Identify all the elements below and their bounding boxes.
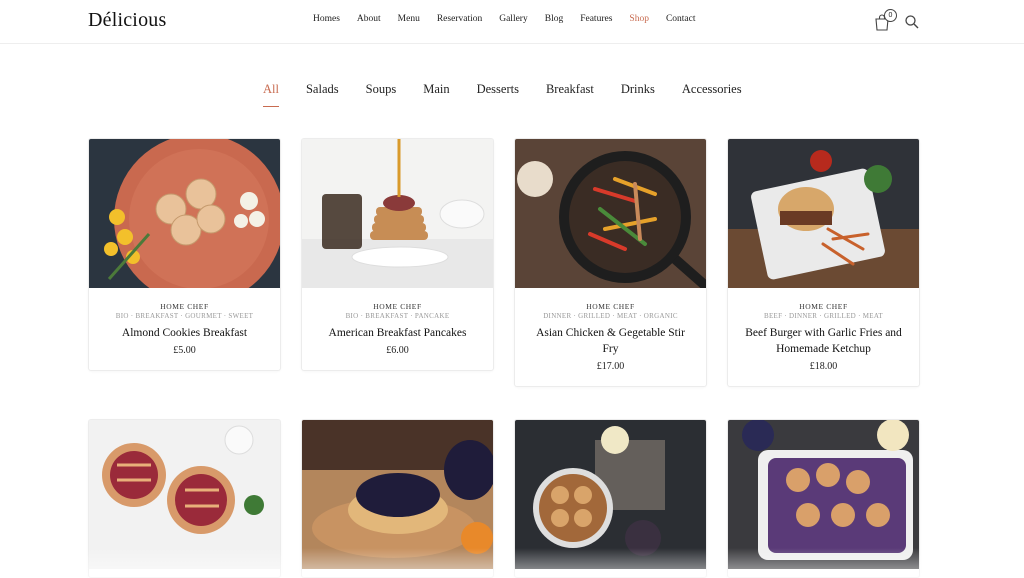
product-card[interactable]: HOME CHEF DINNER · GRILLED · MEAT · ORGA… bbox=[514, 138, 707, 387]
product-chef: HOME CHEF bbox=[586, 302, 635, 311]
main-nav: Homes About Menu Reservation Gallery Blo… bbox=[313, 14, 713, 24]
filter-salads[interactable]: Salads bbox=[306, 82, 339, 102]
product-chef: HOME CHEF bbox=[373, 302, 422, 311]
product-price: £6.00 bbox=[386, 345, 409, 356]
nav-reservation[interactable]: Reservation bbox=[437, 14, 482, 24]
nav-homes[interactable]: Homes bbox=[313, 14, 340, 24]
product-image[interactable] bbox=[515, 139, 707, 292]
filter-main[interactable]: Main bbox=[423, 82, 449, 102]
site-logo[interactable]: Délicious bbox=[88, 9, 166, 32]
product-image[interactable] bbox=[302, 139, 494, 288]
product-price: £5.00 bbox=[173, 345, 196, 356]
filter-all[interactable]: All bbox=[263, 82, 279, 107]
category-filters: All Salads Soups Main Desserts Breakfast… bbox=[263, 82, 769, 107]
product-card[interactable]: HOME CHEF BEEF · DINNER · GRILLED · MEAT… bbox=[727, 138, 920, 387]
search-icon[interactable] bbox=[904, 14, 920, 30]
product-tags: BIO · BREAKFAST · GOURMET · SWEET bbox=[115, 312, 254, 320]
nav-blog[interactable]: Blog bbox=[545, 14, 563, 24]
product-title[interactable]: Almond Cookies Breakfast bbox=[89, 325, 280, 341]
product-image[interactable] bbox=[302, 420, 494, 569]
product-price: £18.00 bbox=[809, 361, 838, 372]
product-card[interactable]: HOME CHEF BIO · BREAKFAST · GOURMET · SW… bbox=[88, 138, 281, 371]
product-card[interactable]: HOME CHEF BIO · BREAKFAST · PANCAKE Amer… bbox=[301, 138, 494, 371]
product-tags: BEEF · DINNER · GRILLED · MEAT bbox=[763, 312, 884, 320]
site-header: Délicious Homes About Menu Reservation G… bbox=[0, 0, 1024, 44]
nav-shop[interactable]: Shop bbox=[629, 14, 649, 24]
nav-gallery[interactable]: Gallery bbox=[499, 14, 528, 24]
product-chef: HOME CHEF bbox=[160, 302, 209, 311]
filter-soups[interactable]: Soups bbox=[366, 82, 397, 102]
filter-breakfast[interactable]: Breakfast bbox=[546, 82, 594, 102]
product-title[interactable]: Beef Burger with Garlic Fries and Homema… bbox=[728, 325, 919, 357]
filter-drinks[interactable]: Drinks bbox=[621, 82, 655, 102]
cart-count-badge: 0 bbox=[884, 9, 897, 22]
nav-menu[interactable]: Menu bbox=[398, 14, 420, 24]
product-price: £17.00 bbox=[596, 361, 625, 372]
filter-desserts[interactable]: Desserts bbox=[477, 82, 519, 102]
product-title[interactable]: American Breakfast Pancakes bbox=[302, 325, 493, 341]
product-image[interactable] bbox=[89, 420, 281, 569]
product-tags: DINNER · GRILLED · MEAT · ORGANIC bbox=[543, 312, 678, 320]
nav-about[interactable]: About bbox=[357, 14, 381, 24]
product-image[interactable] bbox=[728, 420, 920, 569]
product-image[interactable] bbox=[515, 420, 707, 569]
product-chef: HOME CHEF bbox=[799, 302, 848, 311]
bottom-fade bbox=[0, 548, 1024, 578]
product-title[interactable]: Asian Chicken & Gegetable Stir Fry bbox=[515, 325, 706, 357]
nav-contact[interactable]: Contact bbox=[666, 14, 696, 24]
nav-features[interactable]: Features bbox=[580, 14, 612, 24]
product-image[interactable] bbox=[728, 139, 920, 288]
filter-accessories[interactable]: Accessories bbox=[682, 82, 742, 102]
product-tags: BIO · BREAKFAST · PANCAKE bbox=[345, 312, 450, 320]
product-image[interactable] bbox=[89, 139, 281, 304]
